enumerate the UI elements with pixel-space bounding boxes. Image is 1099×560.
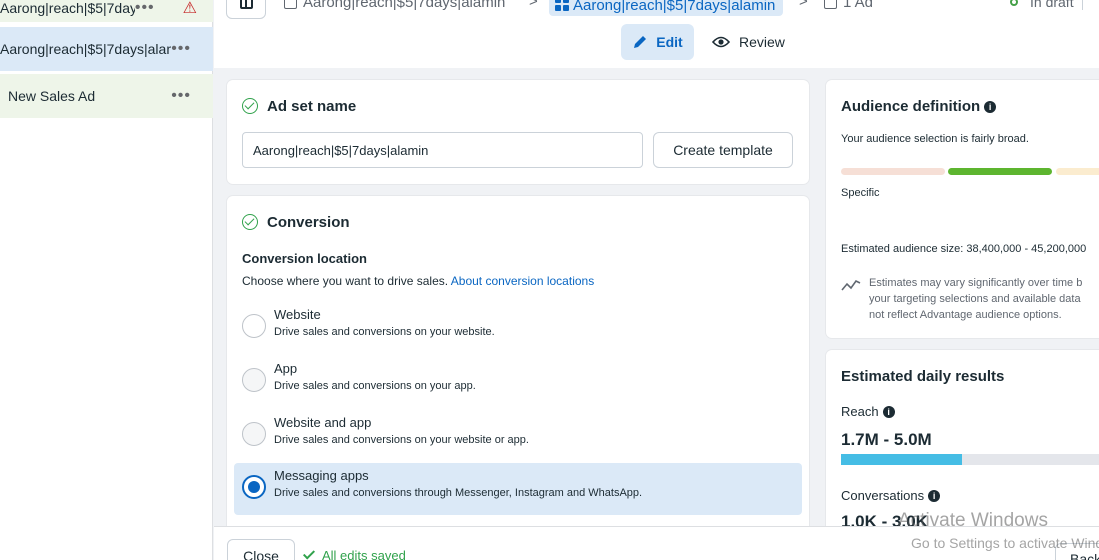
- eye-icon: [712, 36, 730, 48]
- pencil-icon: [634, 36, 647, 48]
- complete-check-icon: [242, 214, 258, 230]
- toggle-panel-button[interactable]: [226, 0, 266, 19]
- divider: [1082, 0, 1083, 10]
- option-desc: Drive sales and conversions through Mess…: [274, 487, 643, 499]
- daily-results-title: Estimated daily results: [841, 368, 1005, 385]
- tab-edit[interactable]: Edit: [621, 24, 694, 60]
- sidebar-item-label: New Sales Ad: [8, 88, 96, 104]
- info-icon[interactable]: i: [928, 490, 941, 502]
- option-desc: Drive sales and conversions on your webs…: [274, 326, 495, 338]
- trend-icon: [841, 279, 861, 291]
- conversion-title: Conversion: [267, 214, 350, 231]
- sidebar-item-label: Aarong|reach|$5|7days|alamin: [0, 0, 135, 16]
- option-website[interactable]: Website Drive sales and conversions on y…: [234, 302, 802, 352]
- ad-set-grid-icon: [555, 0, 569, 11]
- conversion-location-desc: Choose where you want to drive sales. Ab…: [242, 274, 594, 288]
- app-radio[interactable]: [242, 368, 266, 392]
- option-title: Messaging apps: [274, 468, 369, 483]
- tab-edit-label: Edit: [656, 34, 683, 50]
- tab-review[interactable]: Review: [712, 24, 785, 60]
- sidebar-item-ad-set[interactable]: Aarong|reach|$5|7days|alamin •••: [0, 27, 213, 71]
- conversations-label: Conversations i: [841, 488, 941, 503]
- option-app[interactable]: App Drive sales and conversions on your …: [234, 356, 802, 406]
- draft-status-icon: [1010, 0, 1018, 6]
- ad-set-name-input[interactable]: [242, 132, 643, 168]
- option-title: App: [274, 361, 298, 376]
- checkmark-icon: [302, 547, 316, 560]
- website-and-app-radio[interactable]: [242, 422, 266, 446]
- breadcrumb-ad[interactable]: 1 Ad: [824, 0, 873, 11]
- breadcrumb-campaign[interactable]: Aarong|reach|$5|7days|alamin: [284, 0, 505, 11]
- activate-windows-hint: Go to Settings to activate Windows.: [911, 535, 1099, 551]
- breadcrumb-ad-label: 1 Ad: [843, 0, 874, 11]
- reach-value: 1.7M - 5.0M: [841, 430, 932, 449]
- activate-windows-watermark: Activate Windows: [898, 510, 1048, 531]
- messaging-apps-radio[interactable]: [242, 475, 266, 499]
- conversion-location-text: Choose where you want to drive sales.: [242, 274, 449, 288]
- more-options-icon[interactable]: •••: [171, 40, 191, 58]
- option-website-and-app[interactable]: Website and app Drive sales and conversi…: [234, 410, 802, 460]
- status-badge: In draft: [1010, 0, 1074, 10]
- website-radio[interactable]: [242, 314, 266, 338]
- ad-set-name-title: Ad set name: [267, 98, 357, 115]
- status-label: In draft: [1030, 0, 1074, 10]
- breadcrumb-ad-set-label: Aarong|reach|$5|7days|alamin: [573, 0, 776, 14]
- gauge-specific-segment: [841, 168, 945, 175]
- reach-label: Reach i: [841, 404, 895, 419]
- conversion-location-heading: Conversion location: [242, 251, 367, 266]
- reach-bar-fill: [841, 454, 962, 465]
- audience-disclaimer: Estimates may vary significantly over ti…: [869, 275, 1099, 323]
- info-icon[interactable]: i: [984, 101, 997, 113]
- conversations-label-text: Conversations: [841, 488, 925, 503]
- audience-definition-title: Audience definition i: [841, 98, 997, 115]
- more-options-icon[interactable]: •••: [171, 87, 191, 105]
- option-desc: Drive sales and conversions on your webs…: [274, 434, 529, 446]
- audience-summary: Your audience selection is fairly broad.: [841, 133, 1029, 145]
- save-status: All edits saved: [302, 547, 406, 560]
- reach-label-text: Reach: [841, 404, 879, 419]
- audience-definition-card: Audience definition i Your audience selec…: [826, 80, 1099, 338]
- audience-size: Estimated audience size: 38,400,000 - 45…: [841, 243, 1087, 255]
- ad-set-name-card: Ad set name Create template: [227, 80, 809, 184]
- sidebar-item-campaign[interactable]: Aarong|reach|$5|7days|alamin ••• ⚠: [0, 0, 213, 22]
- audience-definition-label: Audience definition: [841, 98, 981, 115]
- option-messaging-apps[interactable]: Messaging apps Drive sales and conversio…: [234, 463, 802, 515]
- close-button[interactable]: Close: [227, 539, 295, 560]
- disclaimer-line: not reflect Advantage audience options.: [869, 309, 1062, 321]
- disclaimer-line: your targeting selections and available …: [869, 293, 1081, 305]
- ad-checkbox-icon: [824, 0, 837, 9]
- specific-label: Specific: [841, 187, 880, 199]
- conversion-card: Conversion Conversion location Choose wh…: [227, 196, 809, 536]
- breadcrumb-separator: >: [799, 0, 808, 10]
- reach-bar: [841, 454, 1099, 465]
- disclaimer-line: Estimates may vary significantly over ti…: [869, 277, 1083, 289]
- option-desc: Drive sales and conversions on your app.: [274, 380, 476, 392]
- breadcrumb-separator: >: [529, 0, 538, 10]
- top-bar: Aarong|reach|$5|7days|alamin > Aarong|re…: [214, 0, 1099, 68]
- breadcrumb-campaign-label: Aarong|reach|$5|7days|alamin: [303, 0, 506, 11]
- sidebar-item-ad[interactable]: New Sales Ad •••: [0, 74, 213, 118]
- more-options-icon[interactable]: •••: [135, 0, 155, 17]
- campaign-checkbox-icon: [284, 0, 297, 9]
- save-status-label: All edits saved: [322, 548, 406, 560]
- create-template-button[interactable]: Create template: [653, 132, 793, 168]
- tab-review-label: Review: [739, 34, 785, 50]
- sidebar-item-label: Aarong|reach|$5|7days|alamin: [0, 41, 172, 57]
- option-title: Website and app: [274, 415, 372, 430]
- option-title: Website: [274, 307, 321, 322]
- gauge-active-segment: [948, 168, 1052, 175]
- side-panel-icon: [239, 0, 253, 9]
- campaign-tree-sidebar: Aarong|reach|$5|7days|alamin ••• ⚠ Aaron…: [0, 0, 213, 560]
- about-conversion-locations-link[interactable]: About conversion locations: [451, 274, 594, 288]
- info-icon[interactable]: i: [882, 406, 895, 418]
- breadcrumb-ad-set[interactable]: Aarong|reach|$5|7days|alamin: [549, 0, 784, 16]
- complete-check-icon: [242, 98, 258, 114]
- warning-icon: ⚠: [182, 0, 197, 17]
- gauge-broad-segment: [1056, 168, 1099, 175]
